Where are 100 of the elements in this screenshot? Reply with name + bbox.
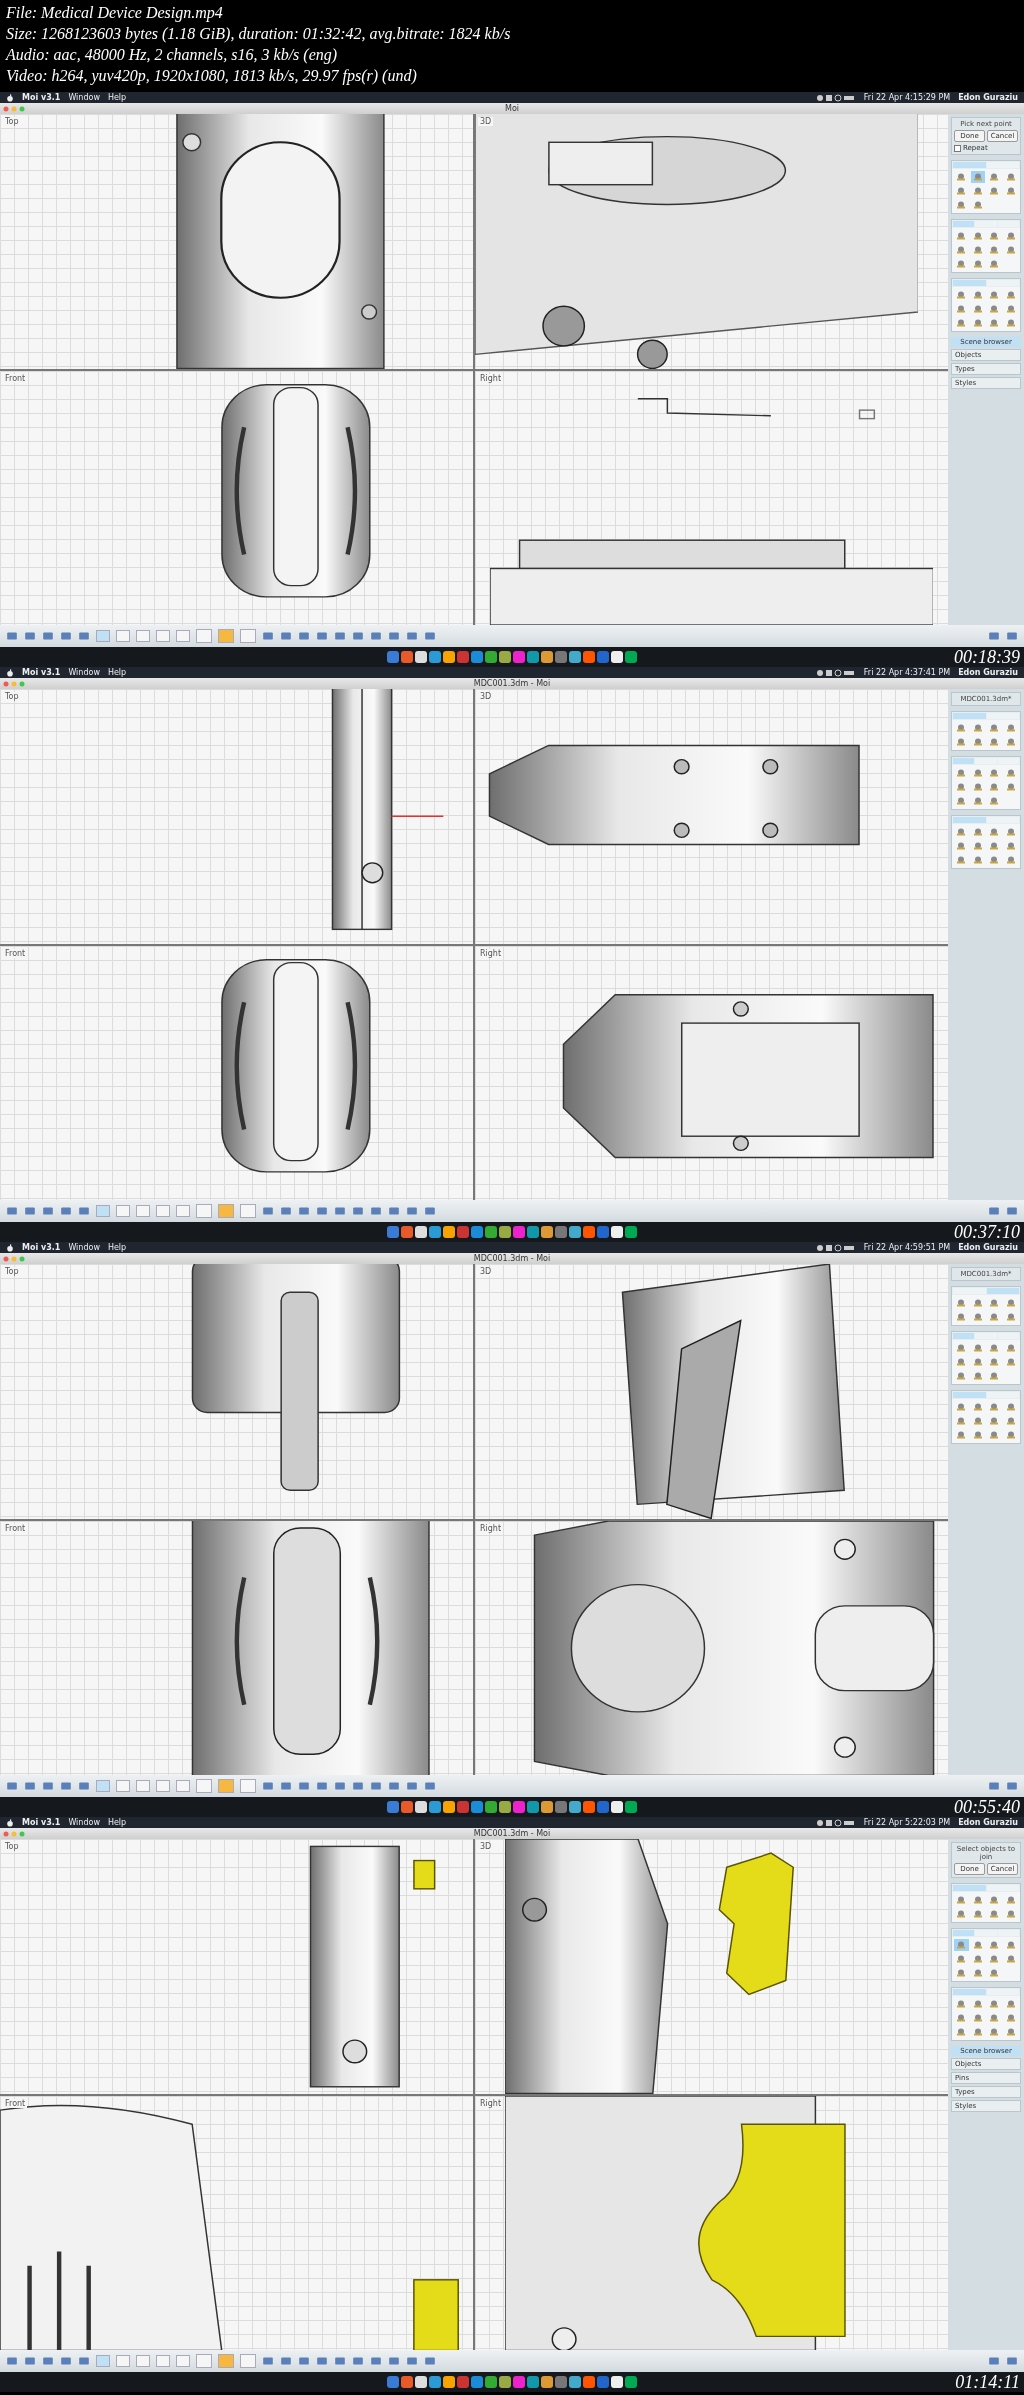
view-mode-button[interactable] bbox=[176, 1205, 190, 1217]
menu-item[interactable]: Window bbox=[68, 1243, 100, 1252]
tool-icon[interactable] bbox=[334, 2356, 346, 2366]
tool-icon[interactable] bbox=[988, 2356, 1000, 2366]
tool-icon[interactable] bbox=[298, 1781, 310, 1791]
snap-toggle[interactable] bbox=[218, 1204, 234, 1218]
user-name[interactable]: Edon Guraziu bbox=[958, 1818, 1018, 1827]
tool-icon[interactable] bbox=[24, 631, 36, 641]
tool-icon[interactable] bbox=[24, 1781, 36, 1791]
tool-icon[interactable] bbox=[334, 1206, 346, 1216]
tool-icon[interactable] bbox=[280, 1206, 292, 1216]
viewport[interactable]: 3D bbox=[475, 1839, 948, 2094]
viewport[interactable]: Front bbox=[0, 370, 473, 625]
tool-icon[interactable] bbox=[988, 631, 1000, 641]
tool-icon[interactable] bbox=[78, 2356, 90, 2366]
tool-icon[interactable] bbox=[424, 1781, 436, 1791]
snap-toggle[interactable] bbox=[196, 1204, 212, 1218]
menu-item[interactable]: Help bbox=[107, 93, 127, 102]
tool-icon[interactable] bbox=[370, 631, 382, 641]
tool-icon[interactable] bbox=[280, 2356, 292, 2366]
viewport[interactable]: Top bbox=[0, 1839, 473, 2094]
user-name[interactable]: Edon Guraziu bbox=[958, 93, 1018, 102]
view-mode-button[interactable] bbox=[156, 1780, 170, 1792]
tool-icon[interactable] bbox=[316, 1206, 328, 1216]
view-mode-button[interactable] bbox=[176, 630, 190, 642]
viewport[interactable]: Top bbox=[0, 114, 473, 369]
tool-icon[interactable] bbox=[262, 1781, 274, 1791]
app-menu[interactable]: Moi v3.1 bbox=[22, 93, 61, 102]
viewport[interactable]: Right bbox=[475, 1520, 948, 1775]
tool-icon[interactable] bbox=[424, 2356, 436, 2366]
snap-toggle[interactable] bbox=[218, 2354, 234, 2368]
view-mode-button[interactable] bbox=[116, 1780, 130, 1792]
tool-icon[interactable] bbox=[6, 1206, 18, 1216]
snap-toggle[interactable] bbox=[218, 629, 234, 643]
tool-icon[interactable] bbox=[78, 1206, 90, 1216]
tool-icon[interactable] bbox=[388, 1781, 400, 1791]
tool-icon[interactable] bbox=[370, 1781, 382, 1791]
view-mode-button[interactable] bbox=[156, 630, 170, 642]
tool-icon[interactable] bbox=[280, 631, 292, 641]
tool-icon[interactable] bbox=[316, 2356, 328, 2366]
tool-icon[interactable] bbox=[298, 2356, 310, 2366]
tool-icon[interactable] bbox=[370, 2356, 382, 2366]
user-name[interactable]: Edon Guraziu bbox=[958, 668, 1018, 677]
tool-icon[interactable] bbox=[406, 1206, 418, 1216]
view-mode-button[interactable] bbox=[176, 1780, 190, 1792]
menu-item[interactable]: Window bbox=[68, 668, 100, 677]
tool-icon[interactable] bbox=[24, 1206, 36, 1216]
viewport[interactable]: Top bbox=[0, 1264, 473, 1519]
snap-toggle[interactable] bbox=[240, 1204, 256, 1218]
tool-icon[interactable] bbox=[60, 1781, 72, 1791]
tool-icon[interactable] bbox=[388, 1206, 400, 1216]
view-mode-button[interactable] bbox=[96, 630, 110, 642]
tool-icon[interactable] bbox=[42, 1206, 54, 1216]
snap-toggle[interactable] bbox=[196, 629, 212, 643]
user-name[interactable]: Edon Guraziu bbox=[958, 1243, 1018, 1252]
tool-icon[interactable] bbox=[352, 1781, 364, 1791]
viewport[interactable]: Right bbox=[475, 2095, 948, 2350]
tool-button[interactable] bbox=[954, 1939, 969, 1951]
tool-icon[interactable] bbox=[352, 631, 364, 641]
menu-item[interactable]: Window bbox=[68, 93, 100, 102]
tool-icon[interactable] bbox=[262, 2356, 274, 2366]
tool-icon[interactable] bbox=[42, 1781, 54, 1791]
snap-toggle[interactable] bbox=[240, 2354, 256, 2368]
tool-icon[interactable] bbox=[334, 631, 346, 641]
tool-icon[interactable] bbox=[352, 2356, 364, 2366]
viewport[interactable]: Front bbox=[0, 1520, 473, 1775]
tool-icon[interactable] bbox=[24, 2356, 36, 2366]
menu-item[interactable]: Window bbox=[68, 1818, 100, 1827]
tool-icon[interactable] bbox=[298, 1206, 310, 1216]
tool-icon[interactable] bbox=[334, 1781, 346, 1791]
tool-icon[interactable] bbox=[60, 2356, 72, 2366]
tool-icon[interactable] bbox=[370, 1206, 382, 1216]
view-mode-button[interactable] bbox=[116, 2355, 130, 2367]
tool-icon[interactable] bbox=[60, 1206, 72, 1216]
tool-icon[interactable] bbox=[6, 631, 18, 641]
view-mode-button[interactable] bbox=[156, 2355, 170, 2367]
tool-icon[interactable] bbox=[1006, 1206, 1018, 1216]
view-mode-button[interactable] bbox=[176, 2355, 190, 2367]
viewport[interactable]: Right bbox=[475, 370, 948, 625]
viewport[interactable]: Top bbox=[0, 689, 473, 944]
tool-icon[interactable] bbox=[42, 631, 54, 641]
view-mode-button[interactable] bbox=[116, 1205, 130, 1217]
tool-icon[interactable] bbox=[78, 631, 90, 641]
viewport[interactable]: Right bbox=[475, 945, 948, 1200]
view-mode-button[interactable] bbox=[96, 1205, 110, 1217]
view-mode-button[interactable] bbox=[116, 630, 130, 642]
tool-icon[interactable] bbox=[1006, 631, 1018, 641]
view-mode-button[interactable] bbox=[96, 1780, 110, 1792]
tool-icon[interactable] bbox=[6, 2356, 18, 2366]
tool-icon[interactable] bbox=[262, 631, 274, 641]
tool-icon[interactable] bbox=[352, 1206, 364, 1216]
app-menu[interactable]: Moi v3.1 bbox=[22, 1818, 61, 1827]
tool-icon[interactable] bbox=[988, 1781, 1000, 1791]
repeat-checkbox[interactable] bbox=[954, 144, 961, 152]
tool-icon[interactable] bbox=[424, 631, 436, 641]
tool-icon[interactable] bbox=[388, 2356, 400, 2366]
viewport[interactable]: 3D bbox=[475, 689, 948, 944]
tool-icon[interactable] bbox=[78, 1781, 90, 1791]
tool-icon[interactable] bbox=[60, 631, 72, 641]
snap-toggle[interactable] bbox=[196, 2354, 212, 2368]
